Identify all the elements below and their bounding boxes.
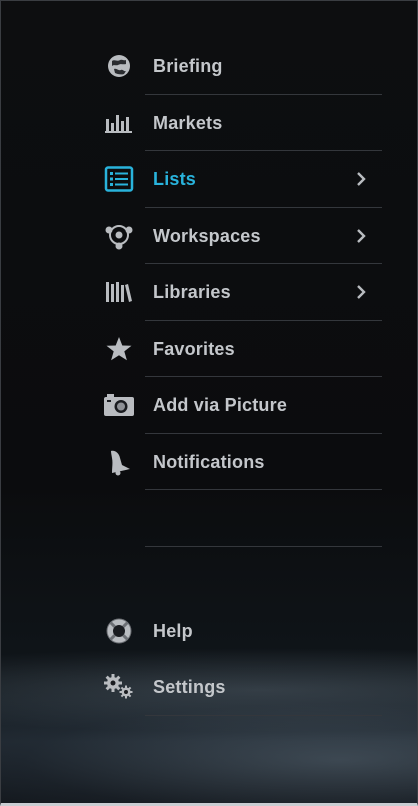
menu-item-label: Lists (153, 169, 197, 189)
menu-item-markets[interactable]: Markets (0, 95, 418, 151)
menu-item-label: Add via Picture (153, 395, 288, 415)
menu-item-favorites[interactable]: Favorites (0, 321, 418, 377)
list-icon (102, 164, 136, 194)
menu-item-label: Workspaces (153, 225, 261, 246)
side-menu: Briefing Markets Lists Workspaces Librar… (0, 38, 418, 716)
menu-item-lists[interactable]: Lists (0, 151, 418, 208)
star-icon (102, 334, 136, 364)
menu-item-label: Favorites (153, 338, 235, 359)
bell-icon (102, 447, 136, 477)
menu-item-workspaces[interactable]: Workspaces (0, 208, 418, 264)
menu-item-add-via-picture[interactable]: Add via Picture (0, 377, 418, 434)
globe-icon (102, 51, 136, 81)
chevron-right-icon (354, 281, 368, 303)
menu-item-settings[interactable]: Settings (0, 659, 418, 716)
menu-item-label: Notifications (153, 451, 265, 472)
menu-spacer (0, 490, 418, 547)
lifebuoy-icon (102, 616, 136, 646)
menu-item-label: Briefing (153, 56, 223, 76)
camera-icon (102, 390, 136, 420)
menu-item-notifications[interactable]: Notifications (0, 434, 418, 490)
books-icon (102, 277, 136, 307)
bar-chart-icon (102, 108, 136, 138)
menu-item-help[interactable]: Help (0, 603, 418, 660)
menu-item-label: Help (153, 620, 193, 641)
menu-item-briefing[interactable]: Briefing (0, 38, 418, 95)
network-icon (102, 221, 136, 251)
menu-gap (0, 547, 418, 603)
menu-item-label: Markets (153, 112, 223, 133)
divider (145, 545, 382, 547)
menu-item-label: Settings (153, 677, 226, 697)
divider (145, 714, 382, 716)
chevron-right-icon (354, 168, 368, 190)
menu-item-libraries[interactable]: Libraries (0, 264, 418, 321)
menu-item-label: Libraries (153, 282, 231, 302)
gears-icon (102, 672, 136, 702)
chevron-right-icon (354, 225, 368, 247)
